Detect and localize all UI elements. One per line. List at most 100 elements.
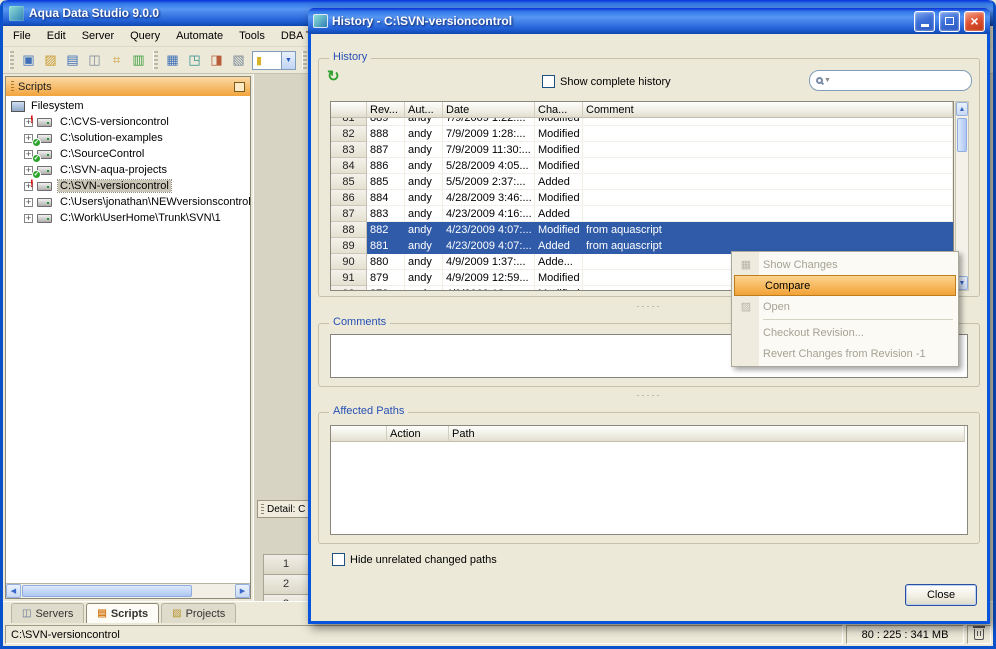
affected-paths-header[interactable]: Action Path [331,426,967,442]
refresh-icon[interactable]: ↻ [327,67,340,85]
column-header[interactable] [331,102,367,118]
cell: Modified [535,142,583,158]
tree-item[interactable]: + C:\Work\UserHome\Trunk\SVN\1 [6,210,250,226]
splitter-handle[interactable] [311,391,987,399]
expand-icon[interactable]: + [24,213,33,223]
export-data-icon[interactable]: ◨ [206,50,227,71]
history-row[interactable]: 85 885 andy 5/5/2009 2:37:... Added [331,174,953,190]
column-header[interactable]: Path [449,426,965,442]
server-manager-icon[interactable]: ◫ [84,50,105,71]
tree-item[interactable]: + C:\Users\jonathan\NEWversionscontrol [6,194,250,210]
close-button[interactable]: Close [905,584,977,606]
history-row[interactable]: 81 889 andy 7/9/2009 1:22:... Modified [331,118,953,126]
detail-panel-header[interactable]: Detail: C [257,500,315,518]
scroll-thumb[interactable] [957,118,967,152]
cell: 4/23/2009 4:07:... [443,238,535,254]
tree-item[interactable]: +! C:\SVN-versioncontrol [6,178,250,194]
cell: Modified [535,118,583,126]
minimize-button[interactable] [914,10,935,32]
column-header[interactable]: Action [387,426,449,442]
row-number: 83 [331,142,367,158]
scroll-right-icon[interactable]: ▶ [235,584,250,598]
scroll-up-icon[interactable]: ▲ [956,102,968,116]
tab-projects[interactable]: ▨ Projects [161,603,237,623]
tree-item[interactable]: + ✓ C:\SVN-aqua-projects [6,162,250,178]
er-modeler-icon[interactable]: ▧ [228,50,249,71]
toolbar-grip [153,50,158,70]
column-header[interactable]: Comment [583,102,953,118]
toolbar-grip [9,50,14,70]
history-row[interactable]: 86 884 andy 4/28/2009 3:46:... Modified [331,190,953,206]
tree-item[interactable]: +! C:\CVS-versioncontrol [6,114,250,130]
search-input[interactable] [832,74,971,87]
history-row[interactable]: 88 882 andy 4/23/2009 4:07:... Modified from … [331,222,953,238]
scroll-thumb[interactable] [22,585,192,597]
tree-item-icon: ✓ [32,164,54,178]
tab-label: Servers [35,607,74,620]
scroll-track[interactable] [21,584,235,598]
database-combo[interactable]: ▮ ▼ [252,50,296,70]
garbage-collect-button[interactable] [967,625,991,644]
tree-item-label: C:\SourceControl [60,148,145,160]
register-server-icon[interactable]: ▣ [18,50,39,71]
table-icon[interactable]: ▦ [162,50,183,71]
chevron-down-icon[interactable]: ▼ [824,77,831,84]
grid-row-header[interactable]: 3 [263,594,309,601]
scroll-left-icon[interactable]: ◀ [6,584,21,598]
close-window-button[interactable]: × [964,10,985,32]
history-row[interactable]: 87 883 andy 4/23/2009 4:16:... Added [331,206,953,222]
menu-file[interactable]: File [5,28,39,44]
history-row[interactable]: 82 888 andy 7/9/2009 1:28:... Modified [331,126,953,142]
row-number: 82 [331,126,367,142]
column-header[interactable]: Aut... [405,102,443,118]
history-table-header[interactable]: Rev... Aut... Date Cha... Comment [331,102,953,118]
column-header[interactable]: Rev... [367,102,405,118]
import-data-icon[interactable]: ◳ [184,50,205,71]
tab-servers[interactable]: ◫ Servers [11,603,85,623]
tree-item[interactable]: + ✓ C:\SourceControl [6,146,250,162]
open-folder-icon[interactable]: ▨ [40,50,61,71]
maximize-button[interactable] [939,10,960,32]
search-box[interactable]: ▼ [809,70,972,91]
history-row[interactable]: 84 886 andy 5/28/2009 4:05... Modified [331,158,953,174]
menu-item-label: Revert Changes from Revision -1 [763,347,926,360]
context-menu-item-compare[interactable]: Compare [734,275,956,296]
menu-automate[interactable]: Automate [168,28,231,44]
detail-panel-label: Detail: C [267,503,306,515]
column-header[interactable] [331,426,387,442]
scripts-panel-header[interactable]: Scripts [6,77,250,96]
undock-icon[interactable] [234,81,245,92]
checkbox-box[interactable] [332,553,345,566]
ok-badge-icon: ✓ [32,153,41,162]
tree-horizontal-scrollbar[interactable]: ◀ ▶ [6,583,250,598]
menu-tools[interactable]: Tools [231,28,273,44]
cell: 887 [367,142,405,158]
column-header[interactable]: Cha... [535,102,583,118]
affected-paths-group: Affected Paths Action Path [318,405,980,544]
chevron-down-icon[interactable]: ▼ [281,51,295,69]
expand-icon[interactable]: + [24,197,33,207]
scripts-panel: Scripts Filesystem +! C:\CVS-versioncontro… [5,76,251,599]
tab-scripts[interactable]: ▤ Scripts [86,603,160,623]
grid-row-header[interactable]: 2 [263,574,309,595]
checkbox-box[interactable] [542,75,555,88]
cell: andy [405,126,443,142]
cell: andy [405,190,443,206]
cell [583,118,953,126]
menu-query[interactable]: Query [122,28,168,44]
dialog-titlebar[interactable]: History - C:\SVN-versioncontrol × [308,8,990,34]
menu-item-label: Open [763,300,790,313]
schema-browser-icon[interactable]: ▤ [62,50,83,71]
query-analyzer-icon[interactable]: ▥ [128,50,149,71]
security-keys-icon[interactable]: ⌗ [106,50,127,71]
history-row[interactable]: 83 887 andy 7/9/2009 11:30:... Modified [331,142,953,158]
hide-unrelated-checkbox[interactable]: Hide unrelated changed paths [332,553,497,566]
grid-row-header[interactable]: 1 [263,554,309,575]
tree-item[interactable]: + ✓ C:\solution-examples [6,130,250,146]
column-header[interactable]: Date [443,102,535,118]
row-number: 86 [331,190,367,206]
tree-root[interactable]: Filesystem [6,98,250,114]
menu-edit[interactable]: Edit [39,28,74,44]
menu-server[interactable]: Server [74,28,122,44]
show-complete-history-checkbox[interactable]: Show complete history [542,75,671,88]
